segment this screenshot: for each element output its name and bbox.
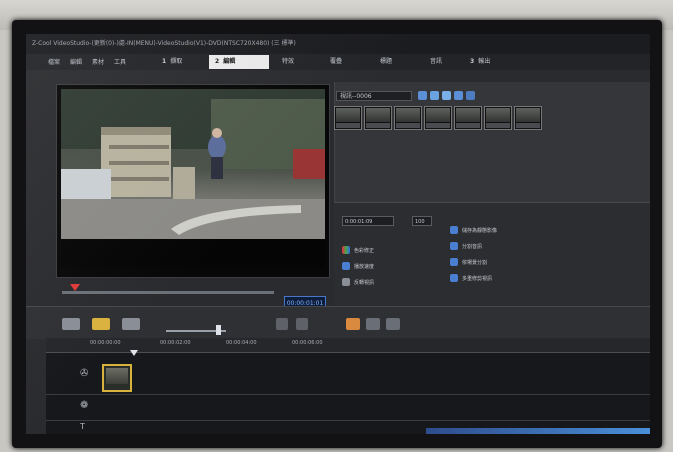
video-track-icon[interactable]: ✇ xyxy=(80,368,88,379)
scrub-bar[interactable] xyxy=(62,291,274,294)
option-label[interactable]: 色彩修正 xyxy=(354,247,374,254)
speed-icon[interactable] xyxy=(342,262,350,270)
menu-edit[interactable]: 編輯 xyxy=(70,57,82,66)
tab-overlay[interactable]: 覆疊 xyxy=(324,55,348,69)
redo-icon[interactable] xyxy=(296,318,308,330)
chapter-icon[interactable] xyxy=(386,318,400,330)
tab-share[interactable]: 3 輸出 xyxy=(464,55,496,69)
snapshot-icon[interactable] xyxy=(450,226,458,234)
tab-title[interactable]: 標題 xyxy=(374,55,398,69)
options-icon[interactable] xyxy=(466,91,475,100)
undo-icon[interactable] xyxy=(276,318,288,330)
option-label[interactable]: 多重修剪視訊 xyxy=(462,275,492,282)
playhead-marker[interactable] xyxy=(70,284,80,291)
video-frame xyxy=(61,89,325,267)
option-label[interactable]: 反轉視訊 xyxy=(354,279,374,286)
multi-trim-icon[interactable] xyxy=(450,274,458,282)
duration-field[interactable]: 0:00:01:09 xyxy=(342,216,394,226)
record-icon[interactable] xyxy=(346,318,360,330)
tab-capture[interactable]: 1 擷取 xyxy=(156,55,188,69)
filter-icon[interactable] xyxy=(454,91,463,100)
library-thumbnail[interactable] xyxy=(334,106,362,130)
timeline-clip[interactable] xyxy=(102,364,132,392)
sort-icon[interactable] xyxy=(430,91,439,100)
mixer-icon[interactable] xyxy=(366,318,380,330)
zoom-knob[interactable] xyxy=(216,325,221,335)
tab-effect[interactable]: 特效 xyxy=(276,55,300,69)
window-title: Z-Cool VideoStudio-(更新(0)-)處-IN(MENU)-Vi… xyxy=(26,34,650,54)
overlay-track-icon[interactable]: ❁ xyxy=(80,400,88,411)
audio-view-icon[interactable] xyxy=(122,318,140,330)
os-taskbar xyxy=(426,428,650,434)
track-divider xyxy=(46,420,650,421)
reverse-icon[interactable] xyxy=(342,278,350,286)
ruler-tick-label: 00:00:02:00 xyxy=(160,340,191,346)
timeline-view-icon[interactable] xyxy=(92,318,110,330)
tab-audio[interactable]: 音訊 xyxy=(424,55,448,69)
timeline-toolbar xyxy=(26,306,650,339)
view-icon[interactable] xyxy=(442,91,451,100)
menu-tools[interactable]: 工具 xyxy=(114,57,126,66)
import-icon[interactable] xyxy=(418,91,427,100)
menu-file[interactable]: 檔案 xyxy=(48,57,60,66)
monitor-screen: Z-Cool VideoStudio-(更新(0)-)處-IN(MENU)-Vi… xyxy=(26,34,650,434)
library-thumbnail[interactable] xyxy=(424,106,452,130)
library-thumbnail[interactable] xyxy=(484,106,512,130)
track-divider xyxy=(46,394,650,395)
video-scene xyxy=(61,89,325,267)
ruler-tick-label: 00:00:06:00 xyxy=(292,340,323,346)
playhead-icon[interactable] xyxy=(130,350,138,356)
library-thumbnail[interactable] xyxy=(454,106,482,130)
option-label[interactable]: 分割音訊 xyxy=(462,243,482,250)
split-scene-icon[interactable] xyxy=(450,258,458,266)
ruler-tick-label: 00:00:04:00 xyxy=(226,340,257,346)
library-dropdown[interactable]: 視訊--0006 xyxy=(336,91,412,101)
split-audio-icon[interactable] xyxy=(450,242,458,250)
clip-thumbnail xyxy=(106,368,128,384)
option-label[interactable]: 播放速度 xyxy=(354,263,374,270)
library-thumbnail[interactable] xyxy=(364,106,392,130)
storyboard-view-icon[interactable] xyxy=(62,318,80,330)
palette-icon[interactable] xyxy=(342,246,350,254)
tab-edit[interactable]: 2 編輯 xyxy=(209,55,269,69)
option-label[interactable]: 依場景分割 xyxy=(462,259,487,266)
volume-field[interactable]: 100 xyxy=(412,216,432,226)
menu-clip[interactable]: 素材 xyxy=(92,57,104,66)
library-thumbnail[interactable] xyxy=(514,106,542,130)
option-label[interactable]: 儲存為靜態影像 xyxy=(462,227,497,234)
preview-window xyxy=(56,84,330,278)
ruler-tick-label: 00:00:00:00 xyxy=(90,340,121,346)
title-track-icon[interactable]: T xyxy=(80,422,85,431)
library-thumbnail[interactable] xyxy=(394,106,422,130)
